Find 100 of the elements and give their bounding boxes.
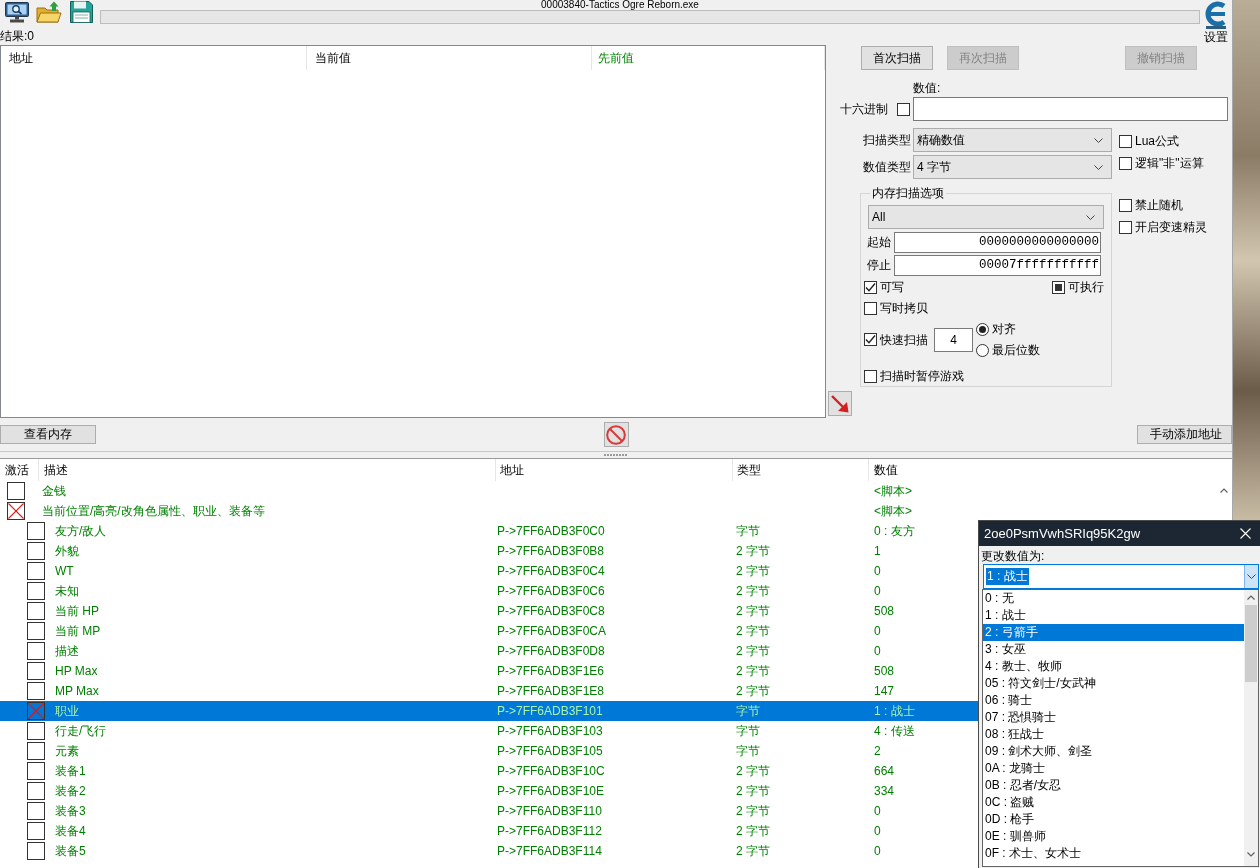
checkbox[interactable] xyxy=(27,542,45,560)
add-address-button[interactable]: 手动添加地址 xyxy=(1137,425,1232,444)
value-cell: 0 : 友方 xyxy=(874,523,915,538)
column-header[interactable]: 当前值 xyxy=(307,46,592,70)
copy-on-write-label: 写时拷贝 xyxy=(880,301,928,315)
address-cell: P->7FF6ADB3F10C xyxy=(497,764,605,778)
fast-scan-field[interactable]: 4 xyxy=(934,327,973,352)
stop-address-field[interactable]: 00007fffffffffff xyxy=(894,255,1101,276)
scrollbar[interactable] xyxy=(1244,590,1258,866)
address-cell: P->7FF6ADB3F0C4 xyxy=(497,564,605,578)
value-cell: 1 xyxy=(874,544,881,558)
settings-button[interactable]: 设置 xyxy=(1200,0,1232,45)
memory-region-dropdown[interactable]: All xyxy=(868,205,1104,229)
dropdown-option[interactable]: 0F : 术士、女术士 xyxy=(983,845,1244,862)
view-memory-button[interactable]: 查看内存 xyxy=(0,425,96,444)
dropdown-option[interactable]: 08 : 狂战士 xyxy=(983,726,1244,743)
scan-button[interactable]: 首次扫描 xyxy=(861,46,933,70)
dropdown-option[interactable]: 1 : 战士 xyxy=(983,607,1244,624)
value-input[interactable] xyxy=(913,97,1228,121)
description-cell: 元素 xyxy=(55,742,79,760)
checkbox[interactable] xyxy=(1119,220,1132,234)
clear-list-button[interactable] xyxy=(603,422,629,447)
option-label: 禁止随机 xyxy=(1135,198,1183,212)
dropdown-button[interactable] xyxy=(1244,565,1258,588)
save-button[interactable] xyxy=(67,0,95,23)
dropdown-option[interactable]: 3 : 女巫 xyxy=(983,641,1244,658)
column-header[interactable]: 先前值 xyxy=(592,46,825,70)
checkbox[interactable] xyxy=(27,802,45,820)
checkbox[interactable] xyxy=(27,682,45,700)
dropdown-option[interactable]: 4 : 教士、牧师 xyxy=(983,658,1244,675)
radio-button[interactable] xyxy=(976,322,989,336)
checkmark-icon xyxy=(865,334,876,345)
checkbox[interactable] xyxy=(27,762,45,780)
checkbox[interactable] xyxy=(864,369,877,383)
address-cell: P->7FF6ADB3F112 xyxy=(497,824,602,838)
scroll-up-icon[interactable] xyxy=(1247,595,1255,600)
column-header[interactable]: 描述 xyxy=(39,459,496,481)
radio-button[interactable] xyxy=(976,343,989,357)
description-cell: 当前 MP xyxy=(55,622,101,640)
checkbox[interactable] xyxy=(1119,198,1132,212)
scroll-down-icon[interactable] xyxy=(1247,852,1255,857)
address-cell: P->7FF6ADB3F0CA xyxy=(497,624,607,638)
value-combobox[interactable]: 1 : 战士 xyxy=(983,564,1259,589)
checkbox[interactable] xyxy=(27,742,45,760)
select-process-button[interactable] xyxy=(3,0,31,23)
type-cell: 2 字节 xyxy=(736,803,770,818)
checkbox[interactable] xyxy=(864,280,877,294)
checkbox[interactable] xyxy=(1119,156,1132,170)
checkbox[interactable] xyxy=(27,822,45,840)
checkbox[interactable] xyxy=(864,301,877,315)
add-to-list-button[interactable] xyxy=(828,391,852,416)
value-type-dropdown[interactable]: 4 字节 xyxy=(913,155,1112,179)
description-cell: WT xyxy=(55,564,74,578)
checkbox[interactable] xyxy=(27,662,45,680)
column-header[interactable]: 数值 xyxy=(869,459,1232,481)
checkbox[interactable] xyxy=(1119,134,1132,148)
dropdown-option[interactable]: 0A : 龙骑士 xyxy=(983,760,1244,777)
writable-label: 可写 xyxy=(880,280,904,294)
checkbox[interactable] xyxy=(27,722,45,740)
address-cell: P->7FF6ADB3F114 xyxy=(497,844,602,858)
checkbox[interactable] xyxy=(27,782,45,800)
checkbox[interactable] xyxy=(27,842,45,860)
checkbox[interactable] xyxy=(1052,280,1065,294)
dropdown-option[interactable]: 0 : 无 xyxy=(983,590,1244,607)
value-cell: 508 xyxy=(874,664,895,678)
checkbox[interactable] xyxy=(7,482,25,500)
scroll-up-icon[interactable] xyxy=(1219,488,1228,493)
dropdown-option[interactable]: 0C : 盗贼 xyxy=(983,794,1244,811)
checkbox[interactable] xyxy=(897,102,910,116)
column-header[interactable]: 类型 xyxy=(733,459,869,481)
monitor-magnifier-icon xyxy=(4,0,30,23)
scan-type-label: 扫描类型 xyxy=(863,131,911,149)
address-cell: P->7FF6ADB3F0C8 xyxy=(497,604,605,618)
dropdown-option[interactable]: 2 : 弓箭手 xyxy=(983,624,1244,641)
scrollbar-thumb[interactable] xyxy=(1245,605,1257,682)
dropdown-option[interactable]: 09 : 剑术大师、剑圣 xyxy=(983,743,1244,760)
column-header[interactable]: 地址 xyxy=(1,46,307,70)
type-cell: 2 字节 xyxy=(736,843,770,858)
value-type-label: 数值类型 xyxy=(863,158,911,176)
checkbox[interactable] xyxy=(27,562,45,580)
table-row[interactable]: 当前位置/高亮/改角色属性、职业、装备等 <脚本> xyxy=(0,501,1215,521)
start-address-field[interactable]: 0000000000000000 xyxy=(894,232,1101,253)
table-row[interactable]: 金钱 <脚本> xyxy=(0,481,1215,501)
dropdown-option[interactable]: 0E : 驯兽师 xyxy=(983,828,1244,845)
arrow-down-right-icon xyxy=(831,394,849,413)
checkbox[interactable] xyxy=(27,702,45,720)
dropdown-option[interactable]: 05 : 符文剑士/女武神 xyxy=(983,675,1244,692)
checkbox[interactable] xyxy=(27,622,45,640)
checkbox[interactable] xyxy=(864,333,877,346)
column-header[interactable]: 地址 xyxy=(496,459,733,481)
column-header[interactable]: 激活 xyxy=(0,459,39,481)
checkbox[interactable] xyxy=(7,502,25,520)
value-cell: 147 xyxy=(874,684,895,698)
dropdown-option[interactable]: 0B : 忍者/女忍 xyxy=(983,777,1244,794)
checkbox[interactable] xyxy=(27,522,45,540)
dropdown-option[interactable]: 0D : 枪手 xyxy=(983,811,1244,828)
checkbox[interactable] xyxy=(27,602,45,620)
scan-type-dropdown[interactable]: 精确数值 xyxy=(913,128,1112,152)
checkbox[interactable] xyxy=(27,642,45,660)
checkbox[interactable] xyxy=(27,582,45,600)
